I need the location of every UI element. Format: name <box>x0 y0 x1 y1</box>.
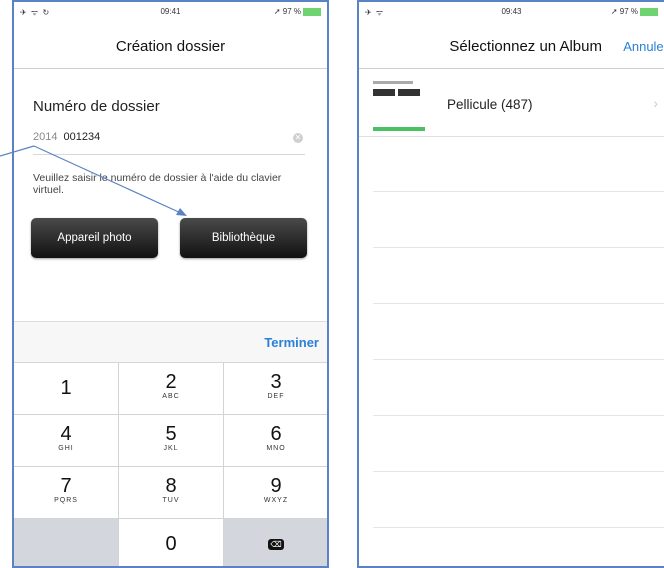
backspace-icon: ⌫ <box>268 539 284 550</box>
list-divider <box>373 527 664 528</box>
key-5[interactable]: 5 JKL <box>119 415 224 467</box>
key-4[interactable]: 4 GHI <box>14 415 119 467</box>
key-6[interactable]: 6 MNO <box>224 415 327 467</box>
key-letters: JKL <box>163 445 179 452</box>
list-divider <box>373 303 664 304</box>
key-7[interactable]: 7 PQRS <box>14 467 119 519</box>
key-digit: 4 <box>60 423 72 445</box>
form-area: Numéro de dossier 2014 001234 ✕ Veuillez … <box>14 69 327 321</box>
status-battery: ➚ 97 % <box>611 7 658 16</box>
key-backspace[interactable]: ⌫ <box>224 519 327 566</box>
nav-bar: Création dossier <box>14 24 327 69</box>
key-9[interactable]: 9 WXYZ <box>224 467 327 519</box>
camera-button[interactable]: Appareil photo <box>31 218 158 258</box>
album-row[interactable]: Pellicule (487) › <box>359 69 664 137</box>
phone-screen-album: ✈ ᯤ 09:43 ➚ 97 % Sélectionnez un Album A… <box>357 0 664 568</box>
list-divider <box>373 247 664 248</box>
list-divider <box>373 471 664 472</box>
key-letters: WXYZ <box>263 497 289 504</box>
key-digit: 5 <box>165 423 177 445</box>
clear-icon[interactable]: ✕ <box>293 133 303 143</box>
album-thumbnail <box>373 81 427 131</box>
library-button[interactable]: Bibliothèque <box>180 218 307 258</box>
cancel-button[interactable]: Annuler <box>623 39 664 54</box>
key-0[interactable]: 0 <box>119 519 224 566</box>
key-digit: 1 <box>60 377 72 399</box>
key-letters: DEF <box>267 393 285 400</box>
status-bar: ✈ ᯤ 09:43 ➚ 97 % <box>359 2 664 22</box>
nav-bar: Sélectionnez un Album Annuler <box>359 24 664 69</box>
phone-screen-creation: ✈ ᯤ ↻ 09:41 ➚ 97 % Création dossier Numé… <box>12 0 329 568</box>
key-8[interactable]: 8 TUV <box>119 467 224 519</box>
status-bar: ✈ ᯤ ↻ 09:41 ➚ 97 % <box>14 2 327 22</box>
key-digit: 3 <box>270 371 282 393</box>
dossier-year: 2014 <box>33 131 58 143</box>
key-digit: 8 <box>165 475 177 497</box>
list-divider <box>373 359 664 360</box>
key-letters: GHI <box>58 445 74 452</box>
page-title: Création dossier <box>115 38 226 55</box>
status-battery: ➚ 97 % <box>274 7 321 16</box>
key-letters: MNO <box>266 445 286 452</box>
album-label: Pellicule (487) <box>447 97 533 112</box>
dossier-number: 001234 <box>63 131 101 143</box>
key-digit: 9 <box>270 475 282 497</box>
done-button[interactable]: Terminer <box>264 335 319 350</box>
key-3[interactable]: 3 DEF <box>224 363 327 415</box>
page-title: Sélectionnez un Album <box>449 38 602 55</box>
key-1[interactable]: 1 <box>14 363 119 415</box>
list-divider <box>373 415 664 416</box>
battery-icon <box>640 7 658 16</box>
keypad: 1 2 ABC 3 DEF 4 GHI 5 JKL 6 MNO 7 PQRS 8 TUV 9 WXYZ 0 ⌫ <box>14 363 327 566</box>
numeric-keyboard: Terminer 1 2 ABC 3 DEF 4 GHI 5 JKL 6 MNO 7 PQRS 8 TUV 9… <box>14 321 327 566</box>
key-digit: 0 <box>165 533 177 555</box>
keyboard-toolbar: Terminer <box>14 322 327 363</box>
key-blank <box>14 519 119 566</box>
battery-icon <box>303 7 321 16</box>
dossier-label: Numéro de dossier <box>33 98 160 115</box>
key-letters: PQRS <box>54 497 78 504</box>
key-letters: TUV <box>162 497 180 504</box>
key-letters: ABC <box>162 393 180 400</box>
chevron-right-icon: › <box>653 95 658 111</box>
key-digit: 2 <box>165 371 177 393</box>
key-digit: 6 <box>270 423 282 445</box>
help-text: Veuillez saisir le numéro de dossier à l… <box>33 172 282 196</box>
key-digit: 7 <box>60 475 72 497</box>
key-2[interactable]: 2 ABC <box>119 363 224 415</box>
list-divider <box>373 191 664 192</box>
dossier-input[interactable]: 2014 001234 ✕ <box>33 124 305 155</box>
